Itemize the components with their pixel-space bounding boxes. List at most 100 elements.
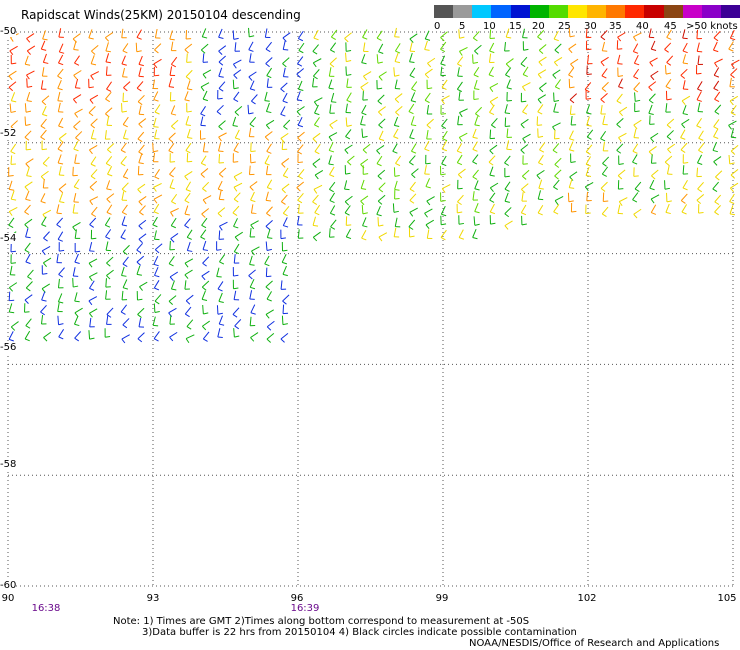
wind-barb	[680, 142, 688, 153]
wind-barb	[282, 92, 288, 104]
wind-barb	[682, 154, 689, 164]
wind-barb	[43, 231, 50, 242]
wind-barb	[74, 154, 80, 164]
wind-barb	[505, 67, 512, 78]
wind-barb	[233, 142, 239, 153]
wind-barb	[714, 194, 722, 206]
wind-barb	[56, 217, 64, 228]
wind-barb	[697, 81, 703, 92]
wind-barb	[154, 104, 161, 115]
wind-barb	[490, 118, 498, 129]
wind-barb	[154, 129, 160, 140]
wind-barb	[106, 116, 112, 126]
wind-barb	[42, 156, 50, 167]
wind-barb	[730, 168, 739, 179]
wind-barb	[282, 32, 291, 42]
wind-barb	[522, 66, 529, 78]
wind-barb	[361, 128, 368, 139]
wind-barb	[266, 67, 273, 79]
wind-barb	[106, 193, 115, 203]
y-tick-label: -50	[0, 26, 17, 37]
wind-barb	[283, 119, 291, 130]
wind-barb	[360, 115, 366, 126]
wind-barb	[696, 167, 702, 178]
wind-barb	[104, 328, 111, 338]
wind-barb	[41, 67, 48, 77]
wind-barb	[88, 144, 98, 155]
wind-barb	[168, 77, 175, 88]
wind-barb	[649, 115, 655, 125]
wind-barb	[457, 67, 463, 77]
wind-barb	[633, 119, 642, 130]
wind-barb	[360, 81, 369, 92]
wind-barb	[569, 105, 576, 115]
wind-barb	[25, 318, 32, 329]
wind-barb	[200, 116, 206, 127]
wind-barb	[42, 179, 49, 189]
wind-barb	[10, 321, 19, 331]
wind-barb	[296, 181, 305, 192]
wind-barb	[378, 182, 386, 193]
wind-barb	[570, 153, 576, 163]
wind-barb	[362, 91, 368, 101]
wind-barb	[472, 141, 478, 152]
wind-barb	[57, 278, 64, 289]
x-tick-label: 93	[146, 593, 160, 604]
wind-barb	[199, 130, 206, 140]
wind-barb	[665, 103, 671, 113]
wind-barb	[10, 242, 16, 253]
wind-barb	[74, 229, 81, 239]
wind-barb	[202, 53, 209, 63]
wind-barb	[554, 129, 560, 140]
wind-barb	[617, 32, 626, 42]
wind-barb	[57, 302, 63, 313]
wind-barb	[634, 92, 641, 102]
wind-barb	[394, 43, 401, 54]
wind-barb	[202, 256, 210, 267]
wind-barb	[426, 229, 433, 239]
wind-barb	[585, 166, 592, 177]
wind-barb	[473, 216, 480, 226]
wind-barb	[394, 52, 401, 64]
wind-barb	[616, 40, 623, 50]
wind-barb	[40, 40, 47, 51]
wind-barb	[569, 93, 578, 104]
wind-barb	[57, 231, 64, 242]
wind-barb	[138, 118, 147, 128]
x-tick-label: 105	[717, 593, 737, 604]
wind-barb	[170, 105, 177, 116]
wind-barb	[312, 132, 321, 143]
wind-barb	[217, 281, 224, 292]
wind-barb	[89, 94, 99, 104]
wind-barb	[250, 220, 259, 230]
wind-barb	[250, 204, 257, 214]
wind-barb	[410, 92, 417, 103]
wind-barb	[328, 79, 334, 90]
wind-barb	[666, 130, 674, 141]
wind-barb	[568, 130, 575, 141]
wind-barb	[202, 195, 212, 205]
wind-barb	[696, 91, 702, 102]
wind-barb	[282, 205, 290, 217]
wind-barb	[618, 132, 627, 142]
note-line: 3)Data buffer is 22 hrs from 20150104 4)…	[142, 627, 577, 638]
wind-barb	[233, 192, 241, 203]
wind-barb	[666, 55, 674, 66]
wind-barb	[424, 208, 433, 218]
wind-barb	[264, 255, 270, 267]
wind-barb	[186, 80, 193, 91]
wind-barb	[24, 294, 33, 304]
wind-barb	[171, 193, 178, 205]
wind-barb	[57, 315, 64, 326]
wind-barb	[40, 170, 49, 181]
wind-barb	[314, 204, 321, 216]
wind-barb	[8, 167, 14, 177]
wind-barb	[154, 266, 160, 278]
wind-barb	[312, 58, 322, 68]
wind-barb	[122, 43, 129, 54]
wind-barb	[121, 103, 127, 113]
wind-barb	[648, 93, 656, 104]
wind-barb	[184, 258, 194, 268]
wind-barb	[473, 90, 479, 100]
wind-barb	[313, 117, 320, 128]
